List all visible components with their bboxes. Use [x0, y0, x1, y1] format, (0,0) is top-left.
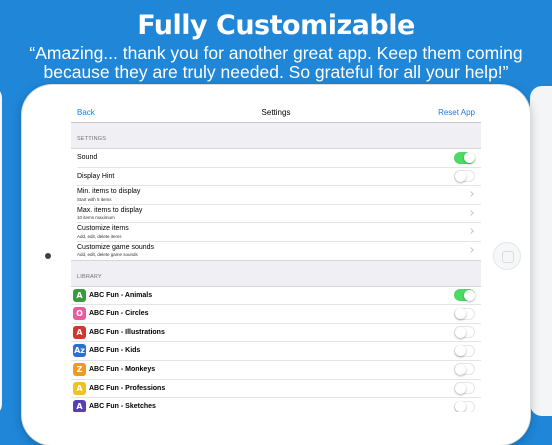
camera-icon	[45, 253, 51, 259]
customize-sounds-label: Customize game sounds	[77, 243, 155, 251]
library-group: A ABC Fun - Animals O ABC Fun - Circles A ABC…	[71, 285, 481, 412]
library-item-label: ABC Fun - Kids	[89, 347, 141, 355]
circles-icon: O	[73, 307, 86, 321]
toggle-knob	[454, 326, 466, 338]
toggle-knob	[454, 308, 466, 320]
sound-toggle[interactable]	[454, 151, 475, 164]
home-square-icon	[502, 251, 514, 263]
kids-icon: Az	[73, 344, 86, 358]
sketches-icon: A	[73, 400, 86, 412]
headline: Fully Customizable	[137, 10, 415, 41]
display-hint-label: Display Hint	[77, 172, 115, 180]
library-item: A ABC Fun - Animals	[71, 287, 481, 306]
library-section-header: LIBRARY	[71, 261, 481, 286]
chevron-right-icon	[468, 209, 474, 216]
customize-items-label: Customize items	[77, 225, 129, 233]
sound-label: Sound	[77, 154, 98, 161]
library-item-label: ABC Fun - Animals	[89, 291, 153, 299]
max-items-row[interactable]: Max. items to display 10 items maximum	[77, 205, 481, 224]
library-item: O ABC Fun - Circles	[71, 305, 481, 324]
toggle-knob	[454, 382, 466, 394]
testimonial-quote: “Amazing... thank you for another great …	[29, 43, 523, 82]
library-item-toggle[interactable]	[454, 400, 475, 412]
device-frame-right	[530, 86, 552, 416]
library-item-label: ABC Fun - Illustrations	[89, 328, 165, 336]
min-items-label: Min. items to display	[77, 188, 141, 196]
library-item-toggle[interactable]	[454, 344, 475, 357]
max-items-label: Max. items to display	[77, 206, 143, 214]
chevron-right-icon	[468, 191, 474, 198]
toggle-knob	[454, 401, 466, 412]
toggle-knob	[454, 345, 466, 357]
library-item-toggle[interactable]	[454, 307, 475, 320]
section-header-label: SETTINGS	[77, 136, 107, 142]
illustrations-icon: A	[73, 325, 86, 339]
library-item-label: ABC Fun - Circles	[89, 310, 149, 318]
customize-items-row[interactable]: Customize items Add, edit, delete items	[77, 223, 481, 242]
sound-row: Sound	[77, 149, 481, 168]
customize-items-subtitle: Add, edit, delete items	[77, 233, 122, 239]
home-button[interactable]	[493, 242, 521, 270]
navigation-bar: Back Settings Reset App	[71, 102, 481, 123]
toggle-knob	[463, 152, 475, 163]
library-item-toggle[interactable]	[454, 326, 475, 339]
settings-group: Sound Display Hint Min. items to display…	[71, 148, 481, 261]
professions-icon: A	[73, 381, 86, 395]
animals-icon: A	[73, 288, 86, 302]
toggle-knob	[454, 363, 466, 375]
toggle-knob	[454, 170, 466, 182]
library-item-label: ABC Fun - Monkeys	[89, 365, 156, 373]
display-hint-toggle[interactable]	[454, 170, 475, 183]
library-item: A ABC Fun - Illustrations	[71, 324, 481, 343]
library-item-toggle[interactable]	[454, 363, 475, 376]
reset-app-button[interactable]: Reset App	[438, 108, 475, 117]
library-item: Z ABC Fun - Monkeys	[71, 361, 481, 380]
customize-sounds-subtitle: Add, edit, delete game sounds	[77, 252, 138, 258]
display-hint-row: Display Hint	[77, 168, 481, 187]
chevron-right-icon	[468, 247, 474, 253]
library-item: A ABC Fun - Sketches	[71, 398, 481, 412]
library-item-label: ABC Fun - Professions	[89, 384, 166, 392]
library-item-toggle[interactable]	[454, 289, 475, 302]
min-items-subtitle: Start with 5 items	[77, 196, 112, 202]
library-item: Az ABC Fun - Kids	[71, 342, 481, 361]
customize-sounds-row[interactable]: Customize game sounds Add, edit, delete …	[77, 242, 481, 260]
library-item-label: ABC Fun - Sketches	[89, 403, 156, 411]
min-items-row[interactable]: Min. items to display Start with 5 items	[77, 186, 481, 205]
section-header-label: LIBRARY	[77, 273, 102, 280]
page-title: Settings	[261, 108, 291, 117]
library-item-toggle[interactable]	[454, 382, 475, 395]
settings-section-header: SETTINGS	[71, 123, 481, 148]
library-item: A ABC Fun - Professions	[71, 380, 481, 399]
device-frame-left	[0, 86, 2, 416]
toggle-knob	[463, 289, 475, 301]
max-items-subtitle: 10 items maximum	[77, 215, 115, 221]
chevron-right-icon	[468, 228, 474, 235]
app-screen: Back Settings Reset App SETTINGS Sound D…	[71, 102, 481, 412]
monkeys-icon: Z	[73, 362, 86, 376]
